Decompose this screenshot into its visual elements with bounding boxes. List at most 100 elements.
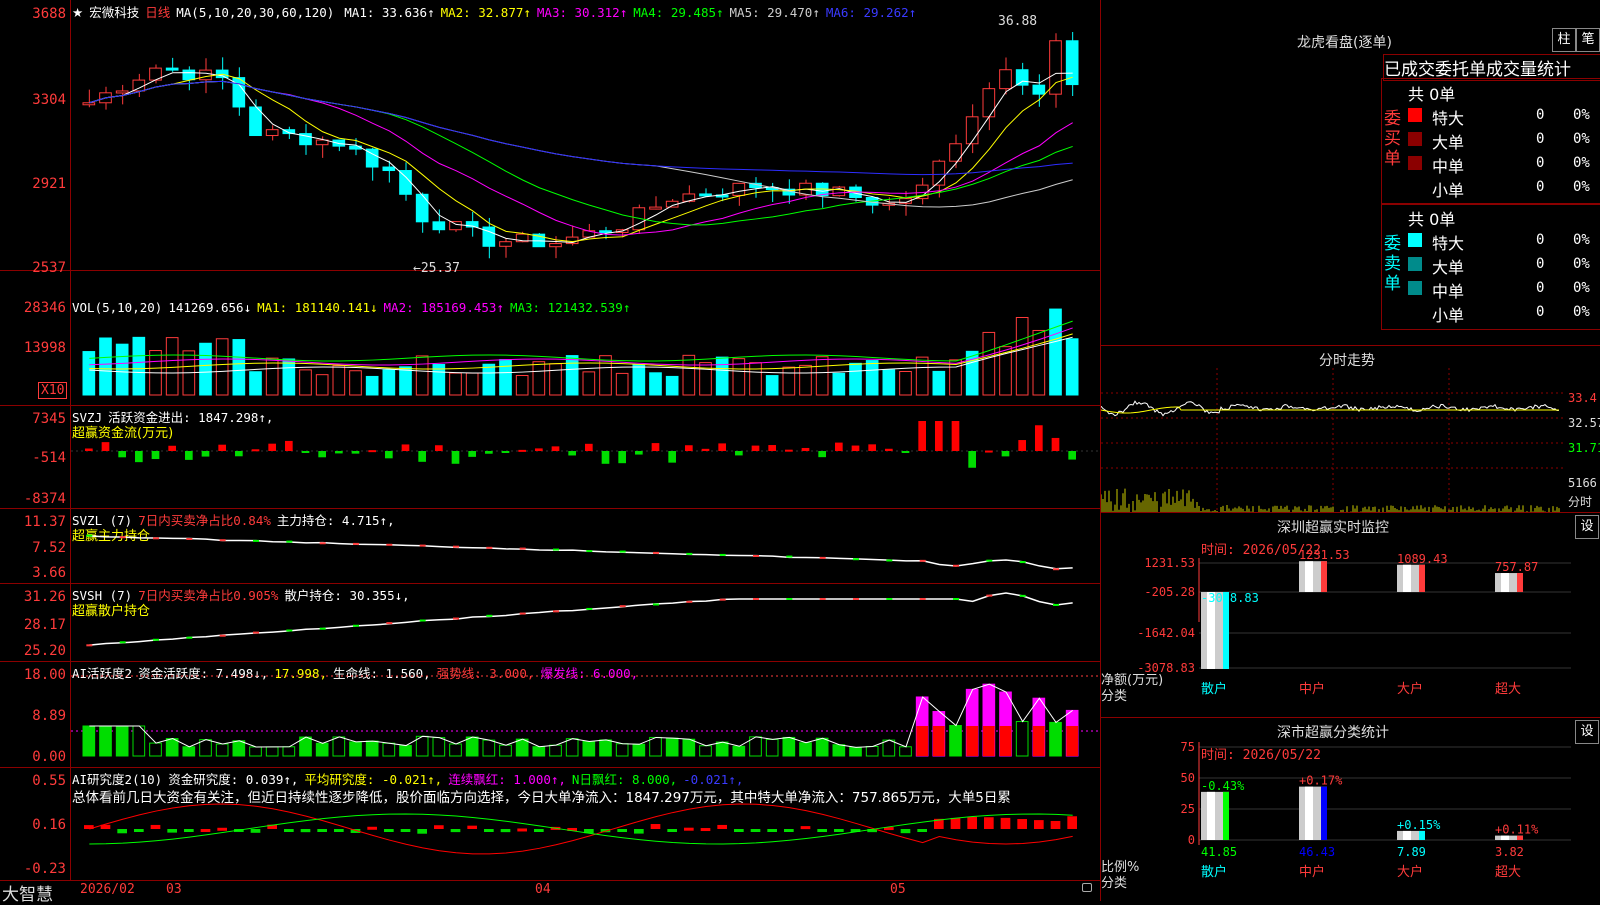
research-bar xyxy=(1050,820,1061,829)
volume-pane[interactable]: 28346 13998 X10 VOL(5,10,20) 141269.656↓ M… xyxy=(0,270,1100,406)
hold-tick xyxy=(153,537,159,540)
sell-side-label: 委卖单 xyxy=(1384,234,1401,294)
lock-icon[interactable] xyxy=(1082,883,1092,892)
sz-monitor-xlabel: 分类 xyxy=(1101,689,1128,704)
kline-pane[interactable]: 3688 3304 2921 2537 ★ 宏微科技 日线 MA(5,10,20,30… xyxy=(0,0,1100,276)
ai-research-axis: 0.55 0.16 -0.23 xyxy=(0,767,71,880)
tick-mode-button[interactable]: 笔 xyxy=(1576,28,1600,52)
volume-bar xyxy=(449,372,462,396)
activity-bar xyxy=(149,742,162,757)
category-label: 大户 xyxy=(1397,864,1423,880)
research-bar xyxy=(634,829,644,834)
ai-research-chart[interactable] xyxy=(71,767,1099,880)
bar-change-label: +0.15% xyxy=(1397,818,1441,832)
activity-bar xyxy=(182,746,196,757)
ai-activity-pane[interactable]: 18.00 8.89 0.00 AI活跃度2 资金活跃度: 7.498↓, 17.9… xyxy=(0,661,1100,768)
research-bar xyxy=(450,829,461,833)
hold-tick xyxy=(586,607,593,610)
hold-tick xyxy=(886,598,893,600)
activity-bar xyxy=(615,743,629,757)
volume-bar xyxy=(1065,338,1079,396)
flow-bar xyxy=(101,442,110,451)
flow-bar xyxy=(551,446,560,451)
activity-bar xyxy=(665,737,679,757)
hold-tick xyxy=(319,627,326,630)
bar-mode-button[interactable]: 柱 xyxy=(1552,28,1576,52)
hold-tick xyxy=(686,552,693,555)
buy-row-pct: 0% xyxy=(1573,131,1590,147)
hold-tick xyxy=(753,555,759,558)
volume-bar xyxy=(315,374,329,396)
intraday-tick: 33.4 xyxy=(1568,391,1597,405)
svsh-chart[interactable] xyxy=(71,583,1099,661)
lhb-tabs[interactable]: 已成交委托单成交量统计 xyxy=(1383,54,1600,81)
buy-total: 共 0单 xyxy=(1408,85,1456,104)
research-bar xyxy=(334,829,344,832)
buy-row-name: 特大 xyxy=(1432,109,1465,128)
kline-chart[interactable] xyxy=(71,0,1099,270)
axis-tick: -205.28 xyxy=(1144,585,1195,599)
volume-bar xyxy=(682,354,696,396)
research-bar xyxy=(684,827,694,831)
hold-tick xyxy=(753,598,759,600)
volume-unit: X10 xyxy=(38,382,68,399)
intraday-chart[interactable] xyxy=(1101,368,1566,513)
price-tick: 3688 xyxy=(32,6,66,22)
svzj-chart[interactable] xyxy=(71,405,1099,508)
flow-bar xyxy=(985,450,993,453)
sell-row-name: 中单 xyxy=(1432,282,1465,301)
hold-tick xyxy=(119,536,126,539)
volume-bar xyxy=(199,342,212,396)
activity-bar xyxy=(882,739,896,757)
activity-bar xyxy=(532,746,546,757)
bar-highlight xyxy=(1403,830,1411,840)
activity-bar xyxy=(432,737,446,757)
sell-row: 大单 0 0% xyxy=(1408,254,1598,277)
svzj-pane[interactable]: 7345 -514 -8374 SVZJ 活跃资金进出: 1847.298↑, 超… xyxy=(0,405,1100,509)
flow-bar xyxy=(385,451,393,459)
hold-tick xyxy=(186,636,193,639)
category-label: 超大 xyxy=(1495,865,1521,880)
activity-bar xyxy=(832,744,846,757)
hold-tick xyxy=(86,644,93,647)
flow-bar xyxy=(851,445,860,451)
buy-row-value: 0 xyxy=(1536,155,1545,171)
sz-monitor-chart: 1231.53-205.28-1642.04-3078.83-3078.83散户… xyxy=(1137,548,1571,697)
research-bar xyxy=(467,825,477,829)
volume-bar xyxy=(299,369,312,396)
bar-change-label: -0.43% xyxy=(1201,779,1245,793)
activity-bar xyxy=(782,736,796,757)
candle-body xyxy=(1049,40,1062,95)
volume-chart[interactable] xyxy=(71,270,1099,405)
ai-research-pane[interactable]: 0.55 0.16 -0.23 AI研究度2(10) 资金研究度: 0.039↑,… xyxy=(0,767,1100,881)
svzl-chart[interactable] xyxy=(71,508,1099,583)
buy-row-pct: 0% xyxy=(1573,179,1590,195)
color-swatch xyxy=(1408,257,1422,271)
bar-highlight xyxy=(1403,564,1411,592)
hold-tick xyxy=(953,564,959,567)
axis-tick: 75 xyxy=(1181,740,1195,754)
svzl-tick: 3.66 xyxy=(32,565,66,581)
research-bar xyxy=(117,829,127,834)
svsh-tick: 28.17 xyxy=(23,617,66,633)
activity-bar xyxy=(399,745,412,757)
svzj-tick: -8374 xyxy=(23,491,66,507)
hold-tick xyxy=(86,534,93,537)
volume-bar xyxy=(99,337,112,396)
sell-row-name: 大单 xyxy=(1432,258,1465,277)
candle-body xyxy=(1015,69,1029,86)
research-bar xyxy=(300,829,311,833)
candle-body xyxy=(499,241,512,247)
ai-activity-chart[interactable] xyxy=(71,661,1099,767)
candle-body xyxy=(399,170,412,195)
svsh-pane[interactable]: 31.26 28.17 25.20 SVSH (7) 7日内买卖净占比0.905%… xyxy=(0,583,1100,662)
intraday-panel[interactable]: 分时走势 33.4 32.57 31.71 5166 分时 xyxy=(1100,345,1600,513)
activity-bar xyxy=(132,725,146,757)
svzl-pane[interactable]: 11.37 7.52 3.66 SVZL (7) 7日内买卖净占比0.84% 主力持… xyxy=(0,508,1100,584)
volume-bar xyxy=(132,336,146,396)
hold-tick xyxy=(853,598,859,600)
volume-bar xyxy=(515,374,529,396)
buy-row-name: 大单 xyxy=(1432,133,1465,152)
research-bar xyxy=(400,829,411,832)
category-bar xyxy=(1299,786,1327,840)
